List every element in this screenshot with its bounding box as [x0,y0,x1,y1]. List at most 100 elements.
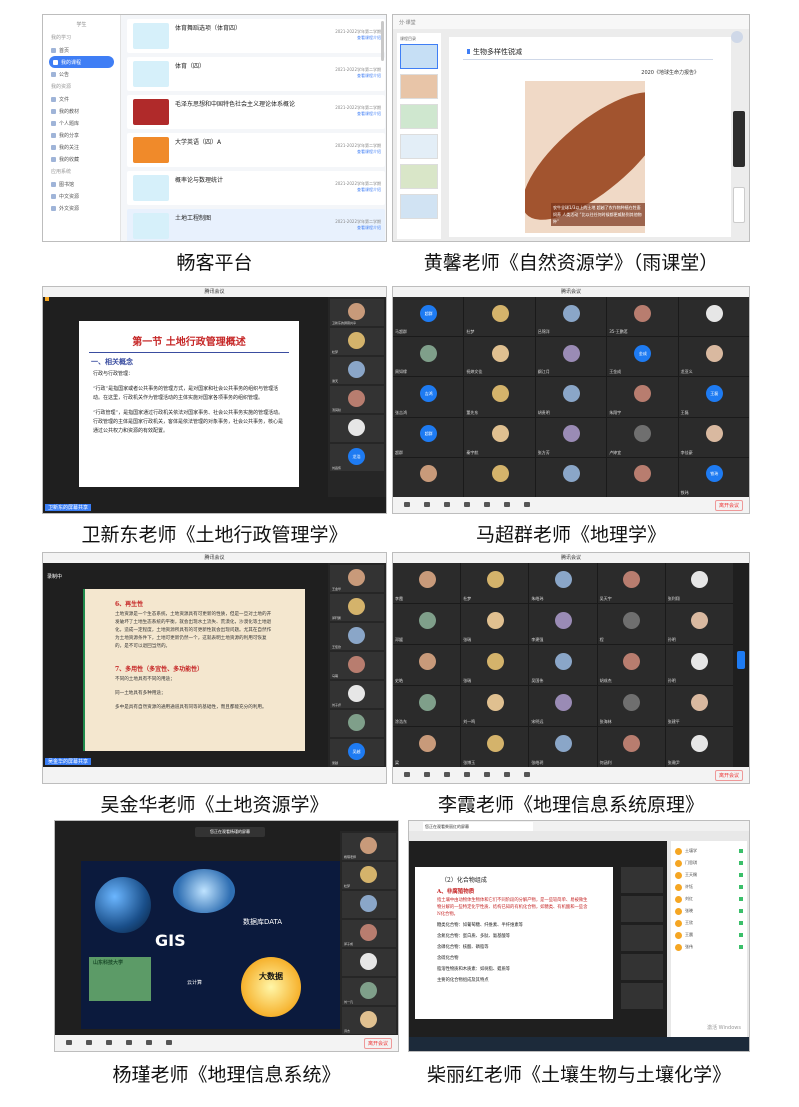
participant-tile[interactable]: 35-王鹏茗 [607,297,678,337]
participant-tile[interactable]: 张建平 [665,686,733,726]
participant-tile[interactable]: 纲江月 [535,337,607,377]
member-row[interactable]: 王天赐 [675,869,743,881]
sidebar-item[interactable]: 个人题库 [43,117,120,129]
slide-thumb[interactable] [400,164,438,189]
participant-tile[interactable]: 孙明 [665,645,733,685]
course-intro-link[interactable]: 查看课程介绍 [335,149,381,155]
participant-tile[interactable]: 杨瑾老师 [342,833,396,860]
leave-button[interactable]: 离开会议 [363,1037,392,1049]
sidebar-item[interactable]: 外文资源 [43,202,120,214]
sidebar-item[interactable]: 首页 [43,44,120,56]
mic-button[interactable] [61,1040,77,1046]
member-row[interactable]: 土壤学 [675,845,743,857]
participant-tile[interactable]: 汤润秋 [330,386,384,413]
participant-tile[interactable]: 诗杰 [342,1007,396,1034]
participant-tile[interactable]: 张博玉 [461,727,529,767]
participant-tile[interactable]: 史皓 [393,645,461,685]
participant-tile[interactable]: 邓媛 [393,604,461,644]
member-row[interactable]: 王晨 [675,929,743,941]
participant-tile[interactable]: 秦宇航 [464,417,535,457]
participant-tile[interactable] [607,457,678,497]
course-intro-link[interactable]: 查看课程介绍 [335,111,381,117]
course-intro-link[interactable]: 查看课程介绍 [335,35,381,41]
sidebar-item[interactable]: 文件 [43,93,120,105]
course-card[interactable]: 大学英语（四）A 2021-2022学年第二学期 查看课程介绍 [127,133,385,167]
slide-thumb[interactable] [400,44,438,69]
participant-tile[interactable] [621,925,663,951]
participant-tile[interactable]: 超群 马超群 [393,297,464,337]
sidebar-item[interactable]: 我的关注 [43,141,120,153]
participant-tile[interactable]: 朱翔宇 [607,377,678,417]
sidebar-item[interactable]: 公告 [43,68,120,80]
slide-thumb[interactable] [400,194,438,219]
participant-tile[interactable]: 吉鸿 张吉鸿 [393,377,464,417]
participant-tile[interactable]: 宋明远 [529,686,597,726]
participant-tile[interactable]: 梁 [393,727,461,767]
participant-tile[interactable]: 吴国伟 [529,645,597,685]
participant-tile[interactable] [621,983,663,1009]
video-button[interactable] [419,772,435,778]
participant-tile[interactable]: 超群 超群 [393,417,464,457]
sidebar-item[interactable]: 图书馆 [43,178,120,190]
tool-panel[interactable] [733,111,745,167]
slide-thumb[interactable] [400,104,438,129]
participant-tile[interactable]: 杜梦 [330,328,384,355]
course-name[interactable]: 毛泽东思想和中国特色社会主义理论体系概论 [175,99,295,108]
participant-tile[interactable]: 郭轩鹏 [330,594,384,621]
participant-tile[interactable]: 王磊 王磊 [678,377,749,417]
participant-tile[interactable]: 谢天 [330,357,384,384]
sidebar-item[interactable]: 我的课程 [49,56,114,68]
participant-tile[interactable]: 涂浩东 [393,686,461,726]
participant-tile[interactable]: 李佳豪 [678,417,749,457]
video-button[interactable] [81,1040,97,1046]
settings-button[interactable] [519,502,535,508]
participant-tile[interactable]: 李建强 [529,604,597,644]
member-row[interactable]: 张晓 [675,905,743,917]
course-intro-link[interactable]: 查看课程介绍 [335,225,381,231]
course-card[interactable]: 概率论与数理统计 2021-2022学年第二学期 查看课程介绍 [127,171,385,205]
sidebar-item[interactable]: 我的教材 [43,105,120,117]
course-name[interactable]: 概率论与数理统计 [175,175,223,184]
members-button[interactable] [121,1040,137,1046]
participant-tile[interactable] [342,949,396,976]
participant-tile[interactable] [342,891,396,918]
scrollbar[interactable] [381,21,384,61]
sidebar-item[interactable]: 我的收藏 [43,153,120,165]
participant-tile[interactable] [464,457,535,497]
chat-button[interactable] [479,502,495,508]
course-name[interactable]: 大学英语（四）A [175,137,221,146]
microphone-icon[interactable] [731,31,743,43]
participant-tile[interactable]: 祝婷文佳 [464,337,535,377]
participant-tile[interactable]: 郭子成 [342,920,396,947]
participant-tile[interactable]: 张瑞 [461,604,529,644]
participant-tile[interactable]: 张皓玥 [529,727,597,767]
member-row[interactable]: 许钰 [675,881,743,893]
course-name[interactable]: 土地工程制图 [175,213,211,222]
participant-tile[interactable]: 金成 王金成 [607,337,678,377]
browser-tab[interactable]: 您正在观看柴丽红的屏幕 [423,822,533,831]
participant-tile[interactable]: 周如缘 [393,337,464,377]
participant-tile[interactable]: 何涵利 [597,727,665,767]
participant-tile[interactable] [330,415,384,442]
participant-tile[interactable]: 龙亚义 [678,337,749,377]
participant-tile[interactable]: 刘子乔 [330,681,384,708]
course-card[interactable]: 体育舞蹈选项（体育四） 2021-2022学年第二学期 查看课程介绍 [127,19,385,53]
participant-tile[interactable] [393,457,464,497]
member-row[interactable]: 张伟 [675,941,743,953]
participant-tile[interactable]: 铁玮 铁玮 [678,457,749,497]
participant-tile[interactable]: 杜梦 [342,862,396,889]
participant-tile[interactable]: 刘一凡 [342,978,396,1005]
members-button[interactable] [459,772,475,778]
participant-tile[interactable] [621,867,663,893]
share-button[interactable] [439,502,455,508]
sidebar-item[interactable]: 中文资源 [43,190,120,202]
next-page-button[interactable] [737,651,745,669]
participant-tile[interactable]: 卢婷宜 [607,417,678,457]
participant-tile[interactable]: 董先东 [464,377,535,417]
participant-tile[interactable]: 王佳欣 [330,623,384,650]
participant-tile[interactable]: 马萌 [330,652,384,679]
participant-tile[interactable]: 龙浩 刘昌伟 [330,444,384,471]
leave-button[interactable]: 离开会议 [714,769,743,781]
share-button[interactable] [439,772,455,778]
leave-button[interactable]: 离开会议 [714,499,743,511]
